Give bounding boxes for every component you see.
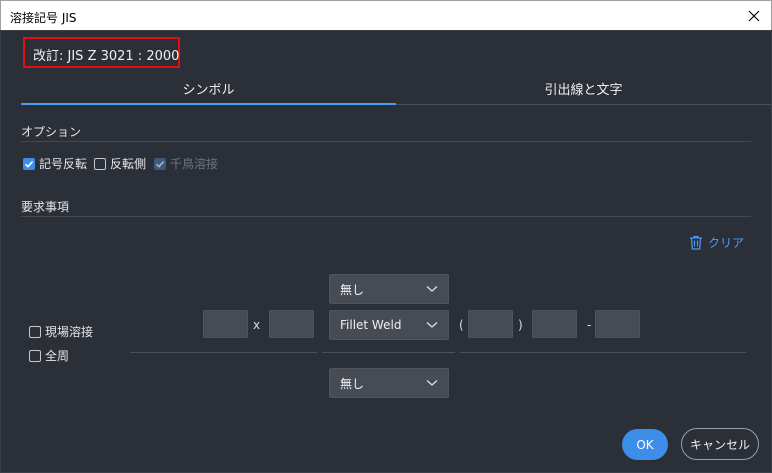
pitch-input[interactable] xyxy=(595,310,640,338)
reverse-symbol-label: 記号反転 xyxy=(39,157,88,171)
tab-symbol-label: シンボル xyxy=(182,83,235,98)
requirements-divider xyxy=(21,216,751,217)
paren-close: ) xyxy=(518,318,523,332)
staggered-weld-checkbox: 千鳥溶接 xyxy=(154,155,218,172)
reference-line-left xyxy=(130,352,317,353)
revision-label: 改訂: JIS Z 3021 : 2000 xyxy=(23,37,180,68)
contour-top-select[interactable]: 無し xyxy=(329,274,449,304)
cancel-button[interactable]: キャンセル xyxy=(681,428,759,460)
reverse-symbol-checkbox[interactable]: 記号反転 xyxy=(23,155,87,172)
title-bar: 溶接記号 JIS xyxy=(0,0,772,30)
tab-symbol[interactable]: シンボル xyxy=(21,76,396,104)
options-divider xyxy=(21,141,751,142)
tab-leader-label: 引出線と文字 xyxy=(544,83,623,98)
chevron-down-icon xyxy=(426,380,438,386)
checkbox-disabled-icon xyxy=(154,157,166,170)
requirements-heading: 要求事項 xyxy=(21,200,70,214)
contour-top-value: 無し xyxy=(340,282,365,297)
flip-side-label: 反転側 xyxy=(110,157,147,171)
checkbox-checked-icon xyxy=(23,157,35,170)
weld-type-select[interactable]: Fillet Weld xyxy=(329,310,449,340)
window-title: 溶接記号 JIS xyxy=(10,11,77,25)
clear-button[interactable]: クリア xyxy=(689,234,744,251)
reference-line-center xyxy=(322,352,455,353)
checkbox-empty-icon xyxy=(29,325,41,338)
contour-bottom-select[interactable]: 無し xyxy=(329,368,449,398)
checkbox-empty-icon xyxy=(29,349,41,362)
pitch-dash: - xyxy=(587,318,592,332)
staggered-weld-label: 千鳥溶接 xyxy=(170,157,219,171)
size-input-2[interactable] xyxy=(269,310,314,338)
reference-line-right xyxy=(460,352,746,353)
ok-button[interactable]: OK xyxy=(622,429,668,460)
clear-label: クリア xyxy=(708,236,745,250)
close-button[interactable] xyxy=(737,1,771,31)
trash-icon xyxy=(690,235,702,250)
active-tab-indicator xyxy=(21,103,396,105)
tab-leader-and-text[interactable]: 引出線と文字 xyxy=(396,76,771,104)
paren-open: ( xyxy=(459,318,464,332)
chevron-down-icon xyxy=(426,286,438,292)
weld-type-value: Fillet Weld xyxy=(340,318,402,332)
count-input[interactable] xyxy=(468,310,513,338)
size-separator: x xyxy=(253,318,261,332)
all-around-label: 全周 xyxy=(45,349,70,363)
contour-bottom-value: 無し xyxy=(340,376,365,391)
field-weld-checkbox[interactable]: 現場溶接 xyxy=(29,323,93,340)
chevron-down-icon xyxy=(426,322,438,328)
length-input[interactable] xyxy=(532,310,577,338)
checkbox-empty-icon xyxy=(94,157,106,170)
size-input-1[interactable] xyxy=(203,310,248,338)
field-weld-label: 現場溶接 xyxy=(45,325,94,339)
options-heading: オプション xyxy=(21,125,82,139)
close-icon xyxy=(748,10,760,22)
all-around-checkbox[interactable]: 全周 xyxy=(29,347,69,364)
tab-divider xyxy=(396,104,771,105)
flip-side-checkbox[interactable]: 反転側 xyxy=(94,155,146,172)
